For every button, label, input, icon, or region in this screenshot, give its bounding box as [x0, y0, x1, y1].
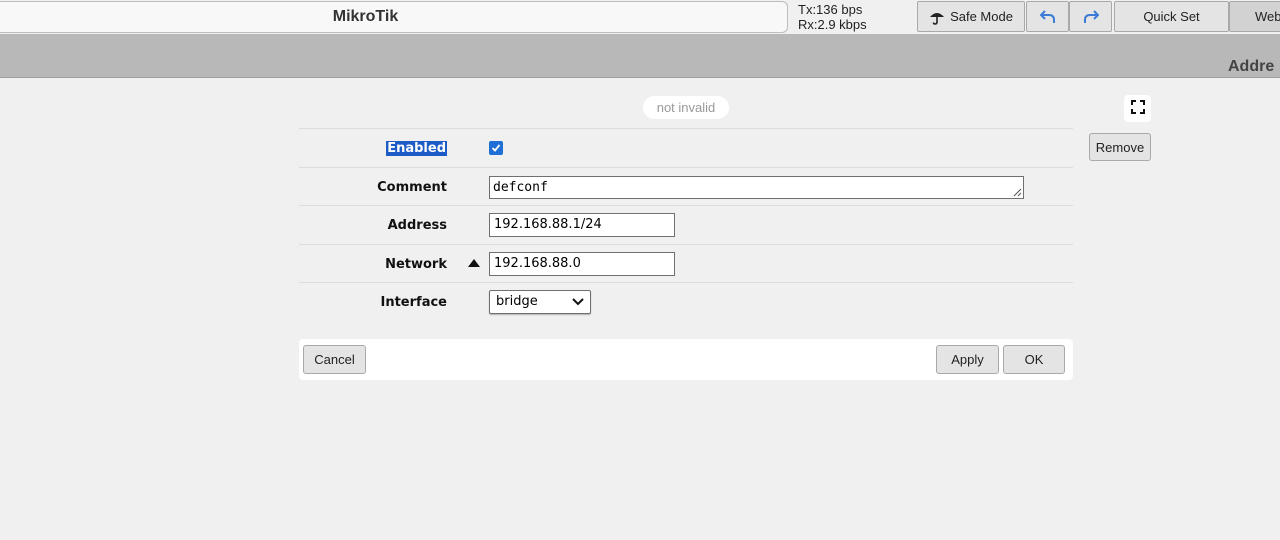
- umbrella-icon: [929, 9, 945, 25]
- comment-value: defconf: [493, 179, 548, 195]
- network-label: Network: [385, 256, 447, 272]
- tx-rate: Tx:136 bps: [798, 2, 863, 17]
- form-actions-bar: Cancel Apply OK: [299, 339, 1073, 380]
- safe-mode-button[interactable]: Safe Mode: [917, 1, 1025, 32]
- address-field[interactable]: 192.168.88.1/24: [489, 213, 675, 237]
- interface-row: Interface bridge: [299, 282, 1073, 321]
- apply-button[interactable]: Apply: [936, 345, 999, 374]
- comment-field[interactable]: defconf: [489, 175, 1024, 199]
- triangle-up-icon[interactable]: [468, 258, 480, 268]
- undo-icon: [1039, 9, 1056, 25]
- page-title: Addre: [1228, 58, 1275, 75]
- resize-grip-icon[interactable]: [1013, 188, 1022, 197]
- fullscreen-icon: [1130, 100, 1145, 117]
- cancel-button[interactable]: Cancel: [303, 345, 366, 374]
- network-row: Network 192.168.88.0: [299, 244, 1073, 283]
- quick-set-button[interactable]: Quick Set: [1114, 1, 1229, 32]
- app-title: MikroTik: [332, 8, 399, 25]
- network-field[interactable]: 192.168.88.0: [489, 252, 675, 276]
- enabled-label: Enabled: [386, 141, 447, 156]
- address-label: Address: [387, 217, 447, 233]
- redo-button[interactable]: [1069, 1, 1112, 32]
- address-row: Address 192.168.88.1/24: [299, 205, 1073, 244]
- redo-icon: [1083, 9, 1099, 25]
- comment-label: Comment: [377, 179, 447, 195]
- check-icon: [491, 144, 501, 152]
- interface-value: bridge: [496, 294, 538, 309]
- interface-select[interactable]: bridge: [489, 290, 591, 314]
- traffic-stats: Tx:136 bps Rx:2.9 kbps: [798, 2, 867, 32]
- fullscreen-button[interactable]: [1124, 95, 1151, 122]
- rx-rate: Rx:2.9 kbps: [798, 17, 867, 32]
- webfig-button[interactable]: Web: [1229, 1, 1280, 32]
- app-title-bar: MikroTik: [0, 1, 788, 33]
- top-bar: MikroTik Tx:136 bps Rx:2.9 kbps Safe Mod…: [0, 0, 1280, 34]
- chevron-down-icon: [572, 298, 584, 306]
- safe-mode-label: Safe Mode: [950, 9, 1013, 24]
- comment-row: Comment defconf: [299, 167, 1073, 206]
- enabled-checkbox[interactable]: [489, 141, 503, 155]
- enabled-row: Enabled: [299, 128, 1073, 167]
- ok-button[interactable]: OK: [1003, 345, 1065, 374]
- remove-button[interactable]: Remove: [1089, 133, 1151, 161]
- page-header-band: Addre: [0, 34, 1280, 78]
- status-badge: not invalid: [643, 96, 729, 119]
- undo-button[interactable]: [1026, 1, 1069, 32]
- interface-label: Interface: [380, 294, 448, 310]
